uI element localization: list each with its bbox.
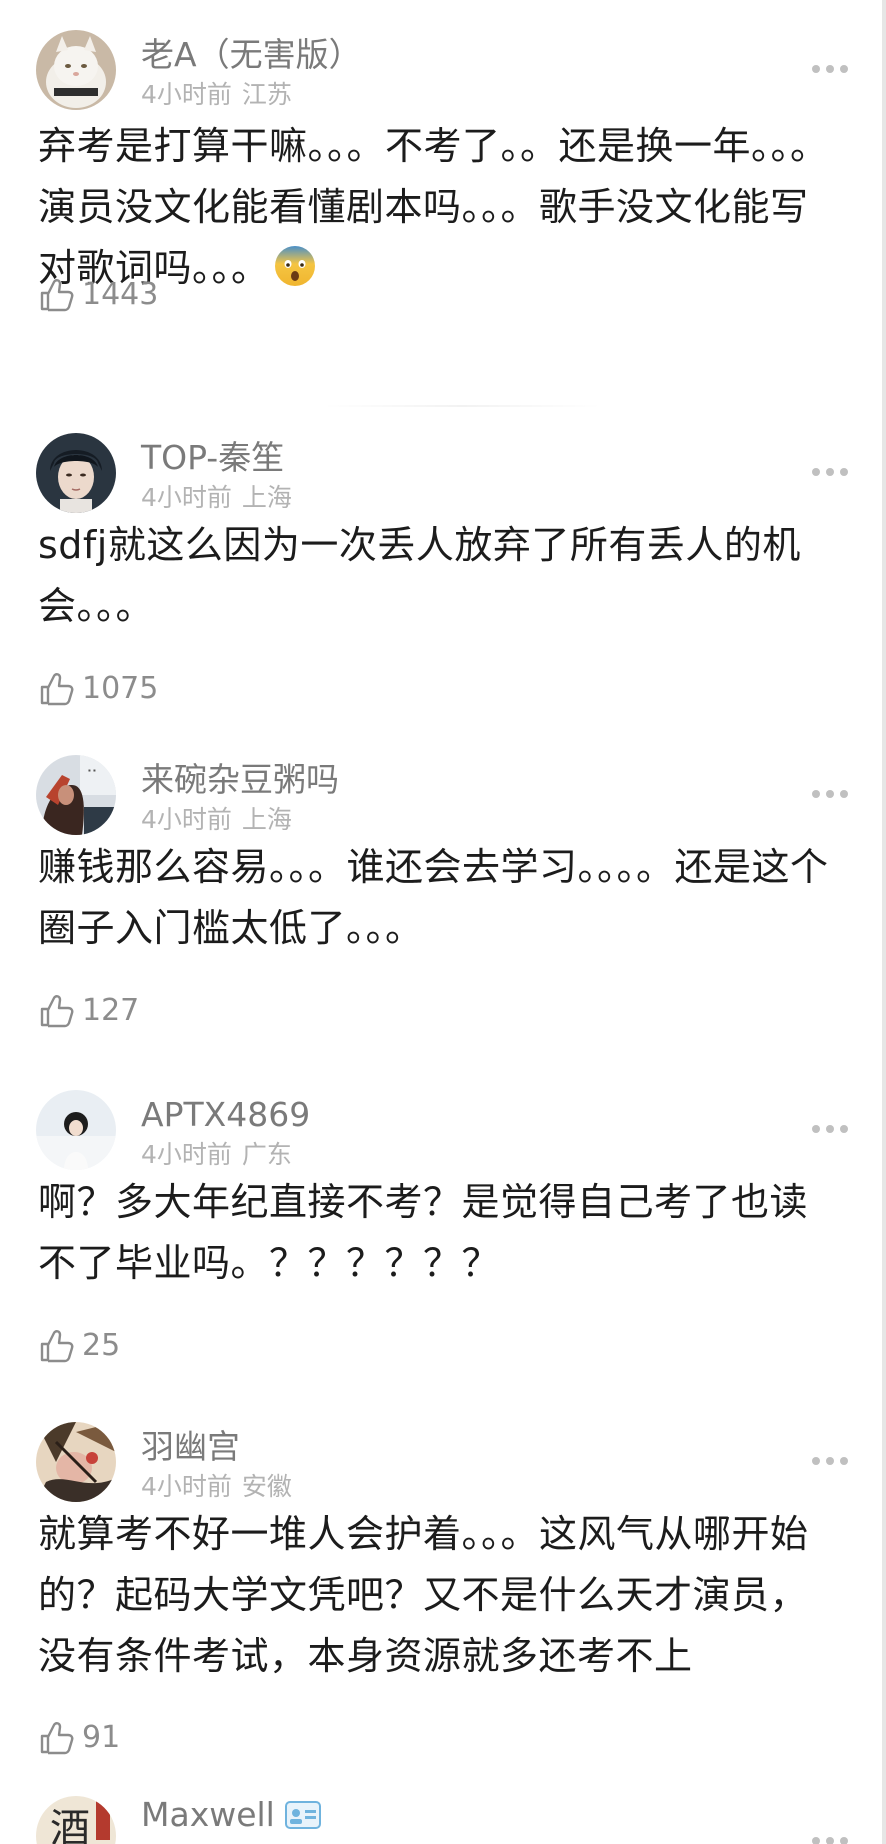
username-text[interactable]: 来碗杂豆粥吗 — [141, 761, 339, 799]
comment-item: 老A（无害版） 4小时前 江苏 弃考是打算干嘛。。。不考了。。还是换一年。。。演员… — [0, 30, 886, 370]
username-text[interactable]: 羽幽宫 — [141, 1428, 240, 1466]
comment-text-content: sdfj就这么因为一次丢人放弃了所有丢人的机会。。。 — [38, 523, 801, 628]
comment-text: 弃考是打算干嘛。。。不考了。。还是换一年。。。演员没文化能看懂剧本吗。。。歌手没… — [38, 116, 838, 299]
like-button[interactable]: 127 — [38, 991, 139, 1031]
comment-meta: 4小时前 安徽 — [141, 1472, 292, 1502]
comment-meta: 4小时前 上海 — [141, 483, 292, 513]
avatar[interactable]: 酒 — [36, 1796, 116, 1844]
thumbs-up-icon — [40, 1722, 74, 1755]
comment-text-content: 啊？多大年纪直接不考？是觉得自己考了也读不了毕业吗。？？？？？？ — [38, 1180, 809, 1285]
username[interactable]: 来碗杂豆粥吗 — [141, 761, 339, 799]
like-button[interactable]: 91 — [38, 1718, 120, 1758]
avatar[interactable] — [36, 433, 116, 513]
timestamp: 4小时前 — [141, 1472, 232, 1501]
comment-text-content: 赚钱那么容易。。。谁还会去学习。。。。还是这个圈子入门槛太低了。。。 — [38, 845, 829, 950]
like-button[interactable]: 1443 — [38, 275, 158, 315]
comment-item: 酒 Maxwell — [0, 1796, 886, 1844]
svg-text:酒: 酒 — [50, 1806, 90, 1844]
comment-divider — [322, 405, 602, 407]
comment-item: TOP-秦笙 4小时前 上海 sdfj就这么因为一次丢人放弃了所有丢人的机会。。。… — [0, 433, 886, 723]
timestamp: 4小时前 — [141, 805, 232, 834]
more-options-icon[interactable] — [812, 789, 848, 799]
location: 安徽 — [241, 1472, 292, 1501]
thumbs-up-icon — [40, 995, 74, 1028]
comment-text: 就算考不好一堆人会护着。。。这风气从哪开始的？起码大学文凭吧？又不是什么天才演员… — [38, 1504, 838, 1687]
username-text[interactable]: 老A（无害版） — [141, 36, 362, 74]
username[interactable]: Maxwell — [141, 1796, 321, 1834]
username[interactable]: TOP-秦笙 — [141, 439, 284, 477]
more-options-icon[interactable] — [812, 1456, 848, 1466]
more-options-icon[interactable] — [812, 467, 848, 477]
username-text[interactable]: TOP-秦笙 — [141, 439, 284, 477]
id-card-badge-icon — [284, 1801, 321, 1829]
comment-text-content: 就算考不好一堆人会护着。。。这风气从哪开始的？起码大学文凭吧？又不是什么天才演员… — [38, 1512, 809, 1678]
like-count: 25 — [82, 1328, 121, 1363]
comment-meta: 4小时前 广东 — [141, 1140, 292, 1170]
avatar[interactable] — [36, 1090, 116, 1170]
username[interactable]: 老A（无害版） — [141, 36, 362, 74]
username-text[interactable]: Maxwell — [141, 1796, 275, 1834]
comment-meta: 4小时前 上海 — [141, 805, 292, 835]
thumbs-up-icon — [40, 1330, 74, 1363]
svg-text:▪ ▪: ▪ ▪ — [88, 766, 96, 775]
comment-text: sdfj就这么因为一次丢人放弃了所有丢人的机会。。。 — [38, 515, 838, 637]
timestamp: 4小时前 — [141, 80, 232, 109]
like-button[interactable]: 1075 — [38, 669, 158, 709]
location: 上海 — [241, 483, 292, 512]
comment-text-content: 弃考是打算干嘛。。。不考了。。还是换一年。。。演员没文化能看懂剧本吗。。。歌手没… — [38, 124, 829, 290]
avatar[interactable] — [36, 1422, 116, 1502]
comment-item: 羽幽宫 4小时前 安徽 就算考不好一堆人会护着。。。这风气从哪开始的？起码大学文凭… — [0, 1422, 886, 1762]
timestamp: 4小时前 — [141, 483, 232, 512]
like-count: 91 — [82, 1720, 121, 1755]
timestamp: 4小时前 — [141, 1140, 232, 1169]
username-text[interactable]: APTX4869 — [141, 1096, 310, 1134]
comment-item: APTX4869 4小时前 广东 啊？多大年纪直接不考？是觉得自己考了也读不了毕业… — [0, 1090, 886, 1380]
like-count: 1443 — [82, 277, 159, 312]
like-count: 127 — [82, 993, 140, 1028]
fearful-face-emoji — [274, 246, 315, 286]
location: 广东 — [241, 1140, 292, 1169]
location: 江苏 — [241, 80, 292, 109]
avatar[interactable]: ▪ ▪ — [36, 755, 116, 835]
username[interactable]: 羽幽宫 — [141, 1428, 240, 1466]
location: 上海 — [241, 805, 292, 834]
thumbs-up-icon — [40, 673, 74, 706]
avatar[interactable] — [36, 30, 116, 110]
like-button[interactable]: 25 — [38, 1326, 120, 1366]
more-options-icon[interactable] — [812, 64, 848, 74]
comment-item: ▪ ▪ 来碗杂豆粥吗 4小时前 上海 赚钱那么容易。。。谁还会去学习。。。。还是这… — [0, 755, 886, 1045]
like-count: 1075 — [82, 671, 159, 706]
comment-meta: 4小时前 江苏 — [141, 80, 292, 110]
comment-text: 赚钱那么容易。。。谁还会去学习。。。。还是这个圈子入门槛太低了。。。 — [38, 837, 838, 959]
more-options-icon[interactable] — [812, 1124, 848, 1134]
username[interactable]: APTX4869 — [141, 1096, 310, 1134]
comment-text: 啊？多大年纪直接不考？是觉得自己考了也读不了毕业吗。？？？？？？ — [38, 1172, 838, 1294]
more-options-icon[interactable] — [812, 1836, 848, 1844]
thumbs-up-icon — [40, 279, 74, 312]
